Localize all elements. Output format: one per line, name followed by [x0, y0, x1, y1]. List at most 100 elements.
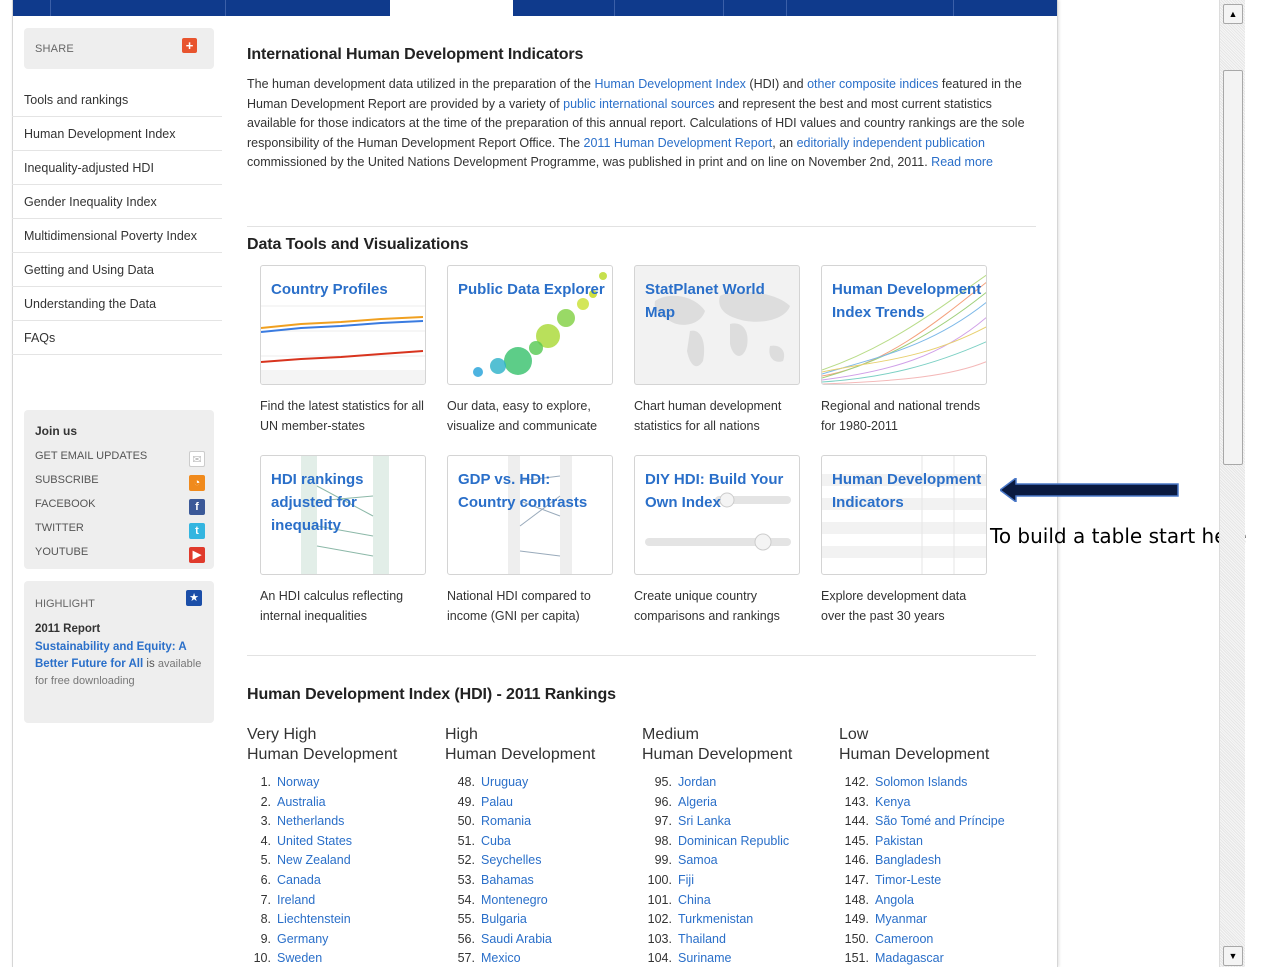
- sidebar-item-tools-rankings[interactable]: Tools and rankings: [12, 83, 222, 117]
- scroll-thumb[interactable]: [1223, 70, 1243, 465]
- country-link[interactable]: Bulgaria: [481, 912, 527, 926]
- tool-diy-hdi[interactable]: DIY HDI: Build Your Own Index Create uni…: [634, 455, 800, 626]
- country-link[interactable]: Cameroon: [875, 932, 933, 946]
- country-link[interactable]: Pakistan: [875, 834, 923, 848]
- rank-number: 4.: [260, 833, 271, 848]
- country-link[interactable]: Sri Lanka: [678, 814, 731, 828]
- top-nav-segment[interactable]: [513, 0, 1057, 16]
- hdi-link[interactable]: Human Development Index: [594, 77, 745, 91]
- country-link[interactable]: Romania: [481, 814, 531, 828]
- scroll-up-button[interactable]: ▲: [1223, 4, 1243, 24]
- top-nav-segment[interactable]: [13, 0, 390, 16]
- tool-title: GDP vs. HDI: Country contrasts: [458, 471, 588, 511]
- list-item: 5. New Zealand: [247, 851, 437, 871]
- tool-hd-indicators[interactable]: Human Development Indicators Explore dev…: [821, 455, 987, 626]
- country-link[interactable]: Australia: [277, 795, 326, 809]
- country-link[interactable]: Turkmenistan: [678, 912, 753, 926]
- read-more-link[interactable]: Read more: [931, 155, 993, 169]
- hd-indicators-thumbnail[interactable]: Human Development Indicators: [821, 455, 987, 575]
- country-link[interactable]: Samoa: [678, 853, 718, 867]
- subscribe-link[interactable]: SUBSCRIBE ◔: [35, 474, 205, 494]
- sidebar-item-mpi[interactable]: Multidimensional Poverty Index: [12, 219, 222, 253]
- country-link[interactable]: Palau: [481, 795, 513, 809]
- highlight-report-year: 2011 Report: [35, 623, 101, 635]
- public-data-explorer-thumbnail[interactable]: Public Data Explorer: [447, 265, 613, 385]
- country-link[interactable]: Sweden: [277, 951, 322, 965]
- list-item: 102. Turkmenistan: [642, 910, 832, 930]
- country-link[interactable]: New Zealand: [277, 853, 351, 867]
- country-link[interactable]: Mexico: [481, 951, 521, 965]
- country-link[interactable]: Bahamas: [481, 873, 534, 887]
- tool-hdi-trends[interactable]: Human Development Index Trends Regional …: [821, 265, 987, 436]
- sidebar-item-getting-data[interactable]: Getting and Using Data: [12, 253, 222, 287]
- facebook-link[interactable]: FACEBOOK f: [35, 498, 205, 518]
- country-link[interactable]: Jordan: [678, 775, 716, 789]
- rank-number: 8.: [260, 912, 271, 927]
- country-link[interactable]: Madagascar: [875, 951, 944, 965]
- country-link[interactable]: São Tomé and Príncipe: [875, 814, 1005, 828]
- vertical-scrollbar[interactable]: ▲ ▼: [1219, 0, 1245, 967]
- country-link[interactable]: Ireland: [277, 893, 315, 907]
- country-link[interactable]: Germany: [277, 932, 328, 946]
- tool-caption: Chart human development statistics for a…: [634, 399, 782, 433]
- share-box[interactable]: SHARE +: [24, 28, 214, 69]
- ranking-column-header: Low Human Development: [839, 725, 1029, 765]
- independent-publication-link[interactable]: editorially independent publication: [797, 136, 985, 150]
- country-link[interactable]: Canada: [277, 873, 321, 887]
- diy-hdi-thumbnail[interactable]: DIY HDI: Build Your Own Index: [634, 455, 800, 575]
- rank-number: 55.: [457, 912, 475, 927]
- country-link[interactable]: Seychelles: [481, 853, 541, 867]
- public-sources-link[interactable]: public international sources: [563, 97, 714, 111]
- country-link[interactable]: Fiji: [678, 873, 694, 887]
- country-link[interactable]: Cuba: [481, 834, 511, 848]
- plus-icon[interactable]: +: [182, 38, 197, 53]
- country-profiles-thumbnail[interactable]: Country Profiles: [260, 265, 426, 385]
- country-link[interactable]: Uruguay: [481, 775, 528, 789]
- country-link[interactable]: Norway: [277, 775, 319, 789]
- country-link[interactable]: Montenegro: [481, 893, 548, 907]
- gdp-vs-hdi-thumbnail[interactable]: GDP vs. HDI: Country contrasts: [447, 455, 613, 575]
- country-link[interactable]: Myanmar: [875, 912, 927, 926]
- list-item: 48. Uruguay: [445, 773, 635, 793]
- scroll-down-button[interactable]: ▼: [1223, 946, 1243, 966]
- country-link[interactable]: United States: [277, 834, 352, 848]
- composite-indices-link[interactable]: other composite indices: [807, 77, 938, 91]
- youtube-link[interactable]: YOUTUBE ▶: [35, 546, 205, 566]
- rank-number: 100.: [647, 872, 672, 887]
- list-item: 50. Romania: [445, 812, 635, 832]
- sidebar-item-understanding-data[interactable]: Understanding the Data: [12, 287, 222, 321]
- tool-hdi-rankings-inequality[interactable]: HDI rankings adjusted for inequality An …: [260, 455, 426, 626]
- country-link[interactable]: Thailand: [678, 932, 726, 946]
- country-link[interactable]: Bangladesh: [875, 853, 941, 867]
- hdi-trends-thumbnail[interactable]: Human Development Index Trends: [821, 265, 987, 385]
- statplanet-thumbnail[interactable]: StatPlanet World Map: [634, 265, 800, 385]
- country-link[interactable]: China: [678, 893, 711, 907]
- tool-statplanet-world-map[interactable]: StatPlanet World Map Chart human develop…: [634, 265, 800, 436]
- sidebar-item-ihdi[interactable]: Inequality-adjusted HDI: [12, 151, 222, 185]
- country-link[interactable]: Liechtenstein: [277, 912, 351, 926]
- country-link[interactable]: Timor-Leste: [875, 873, 941, 887]
- rank-number: 50.: [457, 814, 475, 829]
- email-updates-link[interactable]: GET EMAIL UPDATES ✉: [35, 450, 205, 470]
- country-link[interactable]: Solomon Islands: [875, 775, 967, 789]
- sidebar-item-faqs[interactable]: FAQs: [12, 321, 222, 355]
- hdr-2011-link[interactable]: 2011 Human Development Report: [584, 136, 773, 150]
- country-link[interactable]: Kenya: [875, 795, 910, 809]
- inequality-thumbnail[interactable]: HDI rankings adjusted for inequality: [260, 455, 426, 575]
- list-item: 96. Algeria: [642, 793, 832, 813]
- tool-gdp-vs-hdi[interactable]: GDP vs. HDI: Country contrasts National …: [447, 455, 613, 626]
- country-link[interactable]: Angola: [875, 893, 914, 907]
- list-item: 100. Fiji: [642, 871, 832, 891]
- twitter-link[interactable]: TWITTER t: [35, 522, 205, 542]
- sidebar-item-hdi[interactable]: Human Development Index: [12, 117, 222, 151]
- country-link[interactable]: Dominican Republic: [678, 834, 789, 848]
- rank-number: 99.: [654, 853, 672, 868]
- tool-public-data-explorer[interactable]: Public Data Explorer Our data, easy to e…: [447, 265, 613, 436]
- country-link[interactable]: Saudi Arabia: [481, 932, 552, 946]
- sidebar-item-gii[interactable]: Gender Inequality Index: [12, 185, 222, 219]
- tool-country-profiles[interactable]: Country Profiles Find the latest statist…: [260, 265, 426, 436]
- country-link[interactable]: Algeria: [678, 795, 717, 809]
- country-link[interactable]: Netherlands: [277, 814, 344, 828]
- country-link[interactable]: Suriname: [678, 951, 732, 965]
- list-item: 104. Suriname: [642, 949, 832, 967]
